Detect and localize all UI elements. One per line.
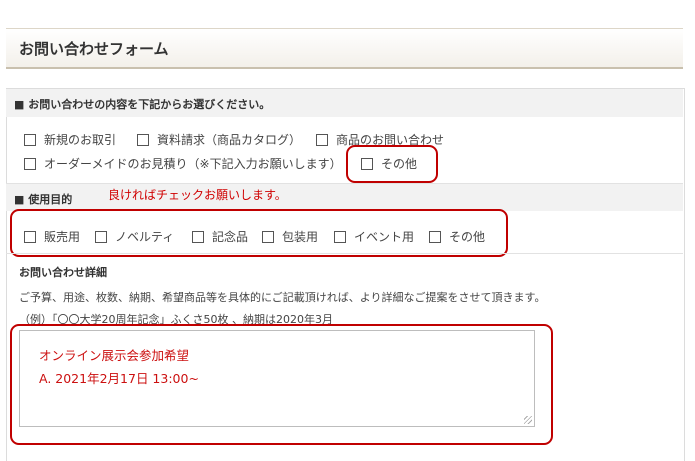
highlight-circle-other: [346, 145, 438, 183]
page-title: お問い合わせフォーム: [19, 40, 169, 58]
divider: [6, 253, 683, 254]
checkbox-box[interactable]: [24, 133, 36, 146]
checkbox-box[interactable]: [316, 133, 328, 146]
checkbox-box[interactable]: [137, 133, 149, 146]
checkbox-box[interactable]: [24, 157, 36, 170]
checkbox-custom-quote[interactable]: オーダーメイドのお見積り（※下記入力お願いします）: [24, 155, 342, 172]
section-heading-details: お問い合わせ詳細: [19, 266, 107, 279]
page-header: お問い合わせフォーム: [6, 28, 683, 69]
checkbox-new-business[interactable]: 新規のお取引: [24, 131, 116, 148]
highlight-circle-textarea: [10, 324, 553, 445]
section-heading-inquiry-type: ■ お問い合わせの内容を下記からお選びください。: [6, 89, 683, 117]
details-description: ご予算、用途、枚数、納期、希望商品等を具体的にご記載頂ければ、より詳細なご提案を…: [19, 291, 546, 304]
highlight-circle-usage: [10, 209, 508, 257]
checkbox-catalog-request[interactable]: 資料請求（商品カタログ）: [137, 131, 301, 148]
handwritten-annotation: 良ければチェックお願いします。: [108, 188, 287, 202]
